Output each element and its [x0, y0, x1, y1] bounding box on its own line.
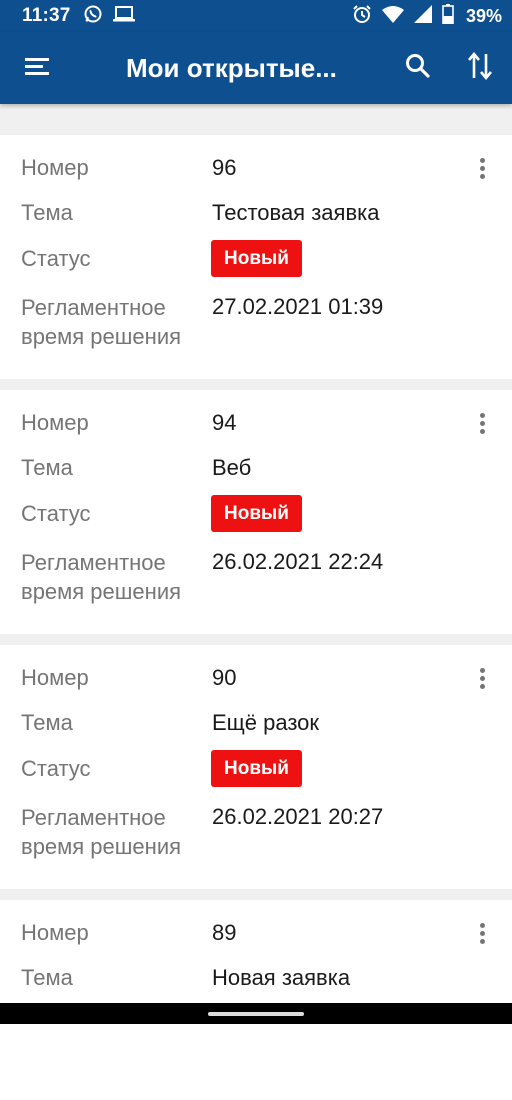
deadline-label-line1: Регламентное [21, 550, 166, 575]
hamburger-menu-icon [25, 56, 51, 81]
home-gesture-handle[interactable] [208, 1012, 304, 1016]
wifi-icon [381, 5, 404, 28]
ticket-list[interactable]: Номер 96 Тема Тестовая заявка Статус Нов… [0, 135, 512, 1100]
theme-label: Тема [21, 710, 73, 735]
ticket-card[interactable]: Номер 94 Тема Веб Статус Новый Регламент… [0, 390, 512, 634]
whatsapp-icon [83, 4, 103, 29]
deadline-label-line2: время решения [21, 834, 182, 859]
status-badge: Новый [211, 495, 302, 532]
ticket-card[interactable]: Номер 90 Тема Ещё разок Статус Новый Рег… [0, 645, 512, 889]
alarm-icon [352, 4, 372, 29]
more-options-button[interactable] [470, 918, 494, 948]
more-options-button[interactable] [470, 663, 494, 693]
more-options-button[interactable] [470, 408, 494, 438]
status-time: 11:37 [22, 5, 71, 26]
deadline-value: 27.02.2021 01:39 [212, 294, 384, 319]
menu-button[interactable] [14, 44, 62, 92]
more-options-button[interactable] [470, 153, 494, 183]
page-title: Мои открытые... [126, 53, 337, 83]
system-navigation-bar [0, 1003, 512, 1024]
deadline-label: Регламентное время решения [21, 803, 206, 861]
search-icon [405, 53, 431, 84]
sort-button[interactable] [456, 44, 504, 92]
deadline-value: 26.02.2021 22:24 [212, 549, 384, 574]
theme-value: Тестовая заявка [212, 200, 380, 225]
app-bar: Мои открытые... [0, 32, 512, 104]
status-label: Статус [21, 756, 91, 781]
number-label: Номер [21, 920, 89, 945]
theme-label: Тема [21, 455, 73, 480]
number-value: 94 [212, 410, 237, 435]
status-icons-left [83, 4, 135, 29]
theme-value: Ещё разок [212, 710, 320, 735]
theme-value: Веб [212, 455, 252, 480]
status-badge: Новый [211, 750, 302, 787]
battery-percent: 39% [465, 5, 502, 26]
number-label: Номер [21, 155, 89, 180]
more-vert-icon [479, 412, 485, 434]
more-vert-icon [479, 667, 485, 689]
ticket-card[interactable]: Номер 96 Тема Тестовая заявка Статус Нов… [0, 135, 512, 379]
status-bar: 11:37 39% [0, 0, 512, 32]
deadline-value: 26.02.2021 20:27 [212, 804, 384, 829]
number-value: 89 [212, 920, 237, 945]
deadline-label-line2: время решения [21, 579, 182, 604]
deadline-label-line2: время решения [21, 324, 182, 349]
theme-value: Новая заявка [212, 965, 351, 990]
deadline-label: Регламентное время решения [21, 293, 206, 351]
more-vert-icon [479, 157, 485, 179]
ticket-card[interactable]: Номер 89 Тема Новая заявка [0, 900, 512, 1100]
status-label: Статус [21, 501, 91, 526]
theme-label: Тема [21, 200, 73, 225]
deadline-label-line1: Регламентное [21, 805, 166, 830]
number-value: 90 [212, 665, 237, 690]
deadline-label-line1: Регламентное [21, 295, 166, 320]
number-value: 96 [212, 155, 237, 180]
battery-icon [442, 3, 454, 29]
status-badge: Новый [211, 240, 302, 277]
sort-icon [468, 51, 492, 85]
deadline-label: Регламентное время решения [21, 548, 206, 606]
number-label: Номер [21, 665, 89, 690]
status-label: Статус [21, 246, 91, 271]
signal-icon [413, 4, 432, 28]
status-icons-right: 39% [352, 3, 502, 29]
theme-label: Тема [21, 965, 73, 990]
laptop-icon [112, 5, 135, 28]
search-button[interactable] [394, 44, 442, 92]
number-label: Номер [21, 410, 89, 435]
more-vert-icon [479, 922, 485, 944]
